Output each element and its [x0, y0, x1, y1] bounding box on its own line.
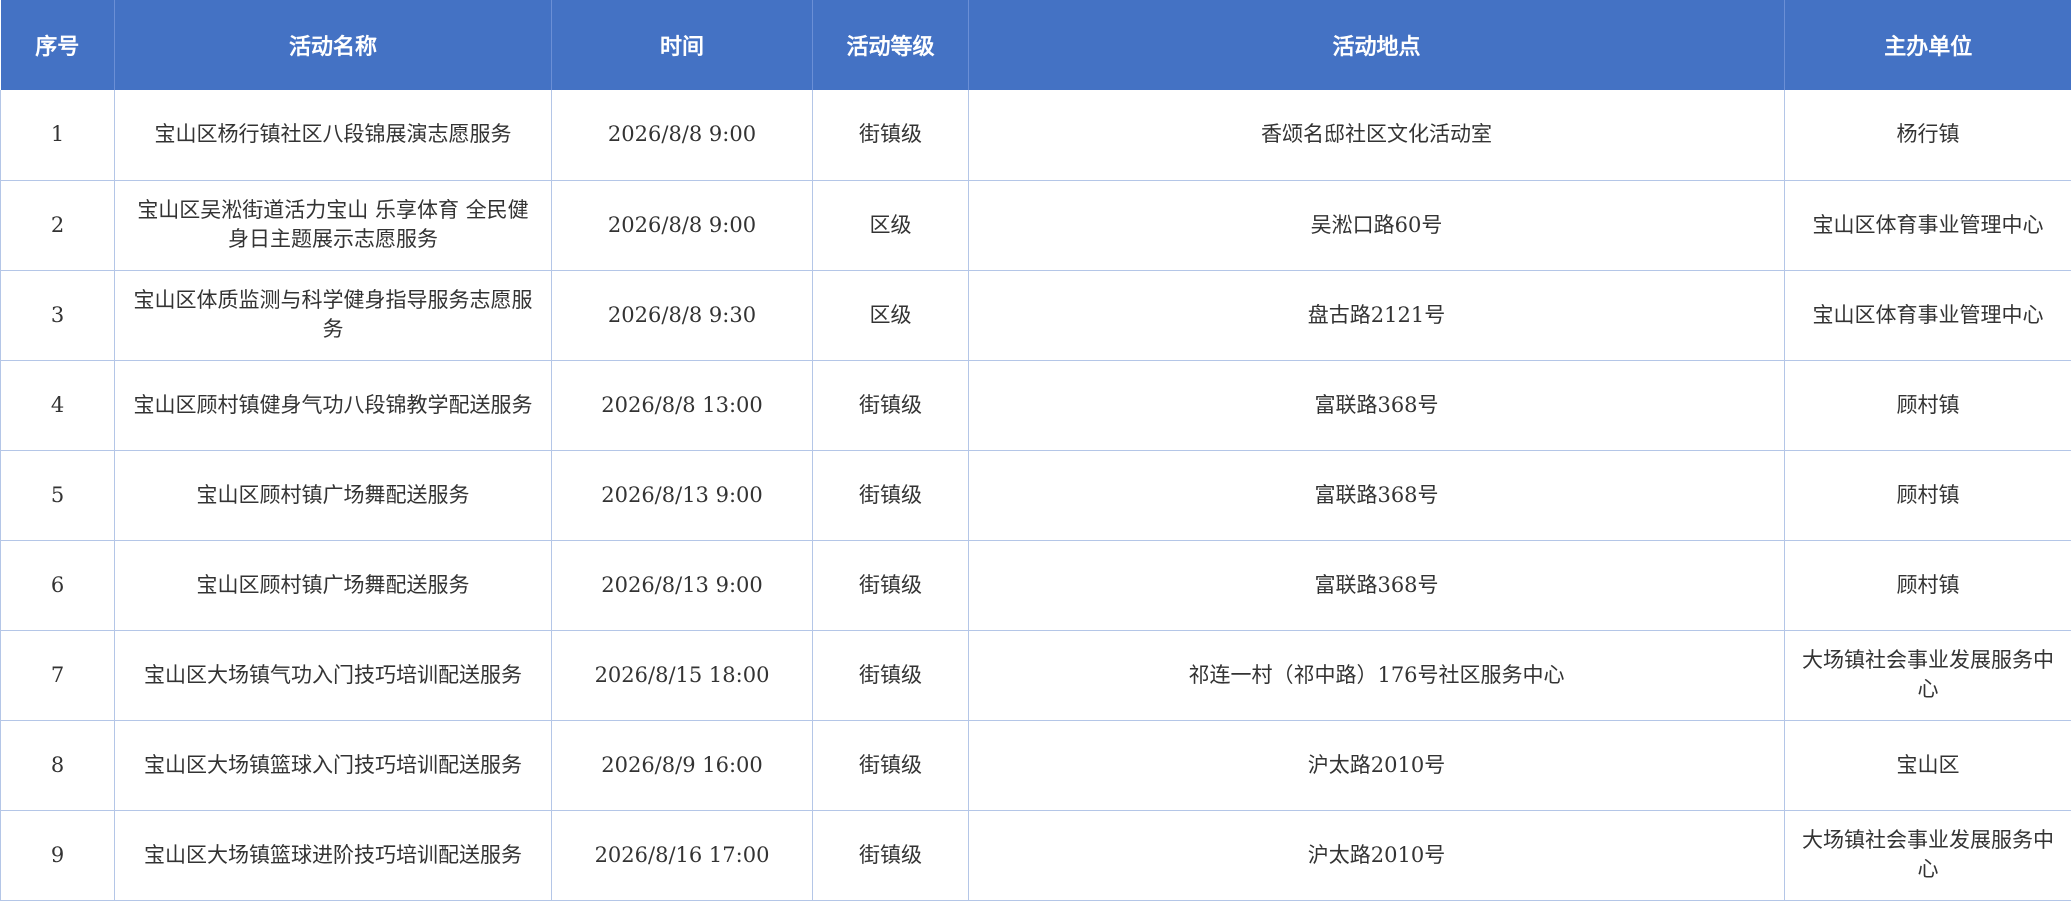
- cell-organizer: 宝山区体育事业管理中心: [1784, 179, 2071, 271]
- cell-activity-name: 宝山区顾村镇广场舞配送服务: [114, 539, 552, 631]
- cell-location: 祁连一村（祁中路）176号社区服务中心: [968, 629, 1785, 721]
- table-row: 7 宝山区大场镇气功入门技巧培训配送服务 2026/8/15 18:00 街镇级…: [0, 629, 2071, 721]
- cell-organizer: 大场镇社会事业发展服务中心: [1784, 809, 2071, 901]
- cell-level: 街镇级: [812, 90, 969, 181]
- table-row: 6 宝山区顾村镇广场舞配送服务 2026/8/13 9:00 街镇级 富联路36…: [0, 539, 2071, 631]
- cell-location: 富联路368号: [968, 449, 1785, 541]
- header-time: 时间: [551, 0, 813, 90]
- cell-level: 区级: [812, 179, 969, 271]
- cell-time: 2026/8/8 9:30: [551, 269, 813, 361]
- cell-time: 2026/8/16 17:00: [551, 809, 813, 901]
- cell-time: 2026/8/13 9:00: [551, 449, 813, 541]
- cell-time: 2026/8/8 9:00: [551, 90, 813, 181]
- cell-index: 7: [0, 629, 115, 721]
- cell-level: 区级: [812, 269, 969, 361]
- cell-level: 街镇级: [812, 629, 969, 721]
- table-row: 2 宝山区吴淞街道活力宝山 乐享体育 全民健身日主题展示志愿服务 2026/8/…: [0, 179, 2071, 271]
- table-row: 3 宝山区体质监测与科学健身指导服务志愿服务 2026/8/8 9:30 区级 …: [0, 269, 2071, 361]
- table-header: 序号 活动名称 时间 活动等级 活动地点 主办单位: [0, 0, 2071, 90]
- table-row: 1 宝山区杨行镇社区八段锦展演志愿服务 2026/8/8 9:00 街镇级 香颂…: [0, 90, 2071, 181]
- cell-time: 2026/8/15 18:00: [551, 629, 813, 721]
- cell-location: 富联路368号: [968, 539, 1785, 631]
- cell-location: 沪太路2010号: [968, 809, 1785, 901]
- cell-activity-name: 宝山区吴淞街道活力宝山 乐享体育 全民健身日主题展示志愿服务: [114, 179, 552, 271]
- cell-activity-name: 宝山区顾村镇健身气功八段锦教学配送服务: [114, 359, 552, 451]
- cell-level: 街镇级: [812, 719, 969, 811]
- cell-activity-name: 宝山区大场镇篮球进阶技巧培训配送服务: [114, 809, 552, 901]
- cell-index: 3: [0, 269, 115, 361]
- cell-activity-name: 宝山区体质监测与科学健身指导服务志愿服务: [114, 269, 552, 361]
- cell-index: 6: [0, 539, 115, 631]
- table-row: 4 宝山区顾村镇健身气功八段锦教学配送服务 2026/8/8 13:00 街镇级…: [0, 359, 2071, 451]
- cell-organizer: 杨行镇: [1784, 90, 2071, 181]
- header-organizer: 主办单位: [1784, 0, 2071, 90]
- cell-time: 2026/8/8 13:00: [551, 359, 813, 451]
- header-location: 活动地点: [968, 0, 1785, 90]
- cell-index: 4: [0, 359, 115, 451]
- cell-activity-name: 宝山区杨行镇社区八段锦展演志愿服务: [114, 90, 552, 181]
- cell-level: 街镇级: [812, 359, 969, 451]
- cell-index: 9: [0, 809, 115, 901]
- cell-level: 街镇级: [812, 809, 969, 901]
- activity-table: 序号 活动名称 时间 活动等级 活动地点 主办单位 1 宝山区杨行镇社区八段锦展…: [0, 0, 2071, 901]
- cell-time: 2026/8/13 9:00: [551, 539, 813, 631]
- cell-activity-name: 宝山区大场镇气功入门技巧培训配送服务: [114, 629, 552, 721]
- cell-time: 2026/8/9 16:00: [551, 719, 813, 811]
- table-row: 9 宝山区大场镇篮球进阶技巧培训配送服务 2026/8/16 17:00 街镇级…: [0, 809, 2071, 901]
- header-activity-name: 活动名称: [114, 0, 552, 90]
- header-index: 序号: [0, 0, 115, 90]
- cell-location: 富联路368号: [968, 359, 1785, 451]
- cell-level: 街镇级: [812, 539, 969, 631]
- cell-index: 8: [0, 719, 115, 811]
- header-level: 活动等级: [812, 0, 969, 90]
- cell-location: 吴淞口路60号: [968, 179, 1785, 271]
- table-row: 8 宝山区大场镇篮球入门技巧培训配送服务 2026/8/9 16:00 街镇级 …: [0, 719, 2071, 811]
- table-body: 1 宝山区杨行镇社区八段锦展演志愿服务 2026/8/8 9:00 街镇级 香颂…: [0, 90, 2071, 901]
- cell-location: 盘古路2121号: [968, 269, 1785, 361]
- cell-level: 街镇级: [812, 449, 969, 541]
- cell-index: 1: [0, 90, 115, 181]
- cell-time: 2026/8/8 9:00: [551, 179, 813, 271]
- cell-index: 2: [0, 179, 115, 271]
- cell-organizer: 宝山区体育事业管理中心: [1784, 269, 2071, 361]
- cell-location: 香颂名邸社区文化活动室: [968, 90, 1785, 181]
- table-row: 5 宝山区顾村镇广场舞配送服务 2026/8/13 9:00 街镇级 富联路36…: [0, 449, 2071, 541]
- cell-activity-name: 宝山区大场镇篮球入门技巧培训配送服务: [114, 719, 552, 811]
- cell-organizer: 大场镇社会事业发展服务中心: [1784, 629, 2071, 721]
- cell-location: 沪太路2010号: [968, 719, 1785, 811]
- cell-organizer: 顾村镇: [1784, 449, 2071, 541]
- cell-organizer: 顾村镇: [1784, 359, 2071, 451]
- cell-organizer: 宝山区: [1784, 719, 2071, 811]
- cell-activity-name: 宝山区顾村镇广场舞配送服务: [114, 449, 552, 541]
- cell-organizer: 顾村镇: [1784, 539, 2071, 631]
- header-row: 序号 活动名称 时间 活动等级 活动地点 主办单位: [0, 0, 2071, 90]
- cell-index: 5: [0, 449, 115, 541]
